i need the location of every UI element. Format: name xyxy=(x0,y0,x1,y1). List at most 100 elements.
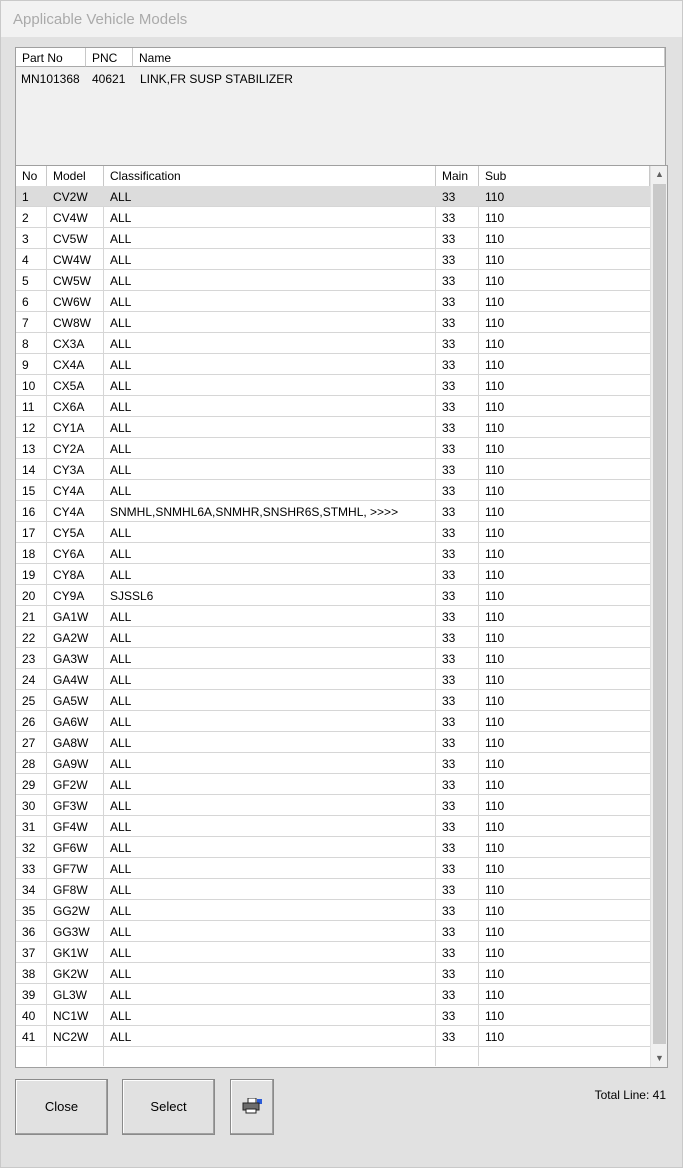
table-row[interactable]: 8 CX3A ALL 33 110 xyxy=(16,333,650,354)
row-classification: ALL xyxy=(110,442,132,456)
table-row[interactable]: 20 CY9A SJSSL6 33 110 xyxy=(16,585,650,606)
table-row[interactable]: 37 GK1W ALL 33 110 xyxy=(16,942,650,963)
row-classification: ALL xyxy=(110,421,132,435)
table-row[interactable]: 34 GF8W ALL 33 110 xyxy=(16,879,650,900)
row-model: GA6W xyxy=(53,715,89,729)
table-row[interactable]: 6 CW6W ALL 33 110 xyxy=(16,291,650,312)
column-header-classification[interactable]: Classification xyxy=(104,166,436,186)
table-row[interactable]: 31 GF4W ALL 33 110 xyxy=(16,816,650,837)
row-sub: 110 xyxy=(485,379,505,393)
row-classification: ALL xyxy=(110,694,132,708)
row-classification: ALL xyxy=(110,547,132,561)
row-sub: 110 xyxy=(485,946,505,960)
table-row[interactable]: 16 CY4A SNMHL,SNMHL6A,SNMHR,SNSHR6S,STMHL,… xyxy=(16,501,650,522)
table-row[interactable]: 38 GK2W ALL 33 110 xyxy=(16,963,650,984)
scrollbar-thumb[interactable] xyxy=(653,184,666,1044)
table-row[interactable]: 21 GA1W ALL 33 110 xyxy=(16,606,650,627)
table-row[interactable]: 29 GF2W ALL 33 110 xyxy=(16,774,650,795)
row-sub: 110 xyxy=(485,820,505,834)
table-row[interactable]: 41 NC2W ALL 33 110 xyxy=(16,1026,650,1047)
row-main: 33 xyxy=(442,421,456,435)
table-row[interactable]: 32 GF6W ALL 33 110 xyxy=(16,837,650,858)
row-main: 33 xyxy=(442,547,456,561)
row-model: CV2W xyxy=(53,190,88,204)
scroll-down-arrow-icon[interactable]: ▼ xyxy=(651,1050,667,1067)
row-main: 33 xyxy=(442,862,456,876)
table-row[interactable]: 14 CY3A ALL 33 110 xyxy=(16,459,650,480)
table-row[interactable]: 7 CW8W ALL 33 110 xyxy=(16,312,650,333)
table-row[interactable]: 40 NC1W ALL 33 110 xyxy=(16,1005,650,1026)
table-row[interactable]: 19 CY8A ALL 33 110 xyxy=(16,564,650,585)
table-row[interactable]: 22 GA2W ALL 33 110 xyxy=(16,627,650,648)
table-row[interactable]: 24 GA4W ALL 33 110 xyxy=(16,669,650,690)
row-classification: ALL xyxy=(110,295,132,309)
row-sub: 110 xyxy=(485,526,505,540)
table-row[interactable]: 2 CV4W ALL 33 110 xyxy=(16,207,650,228)
table-body: 1 CV2W ALL 33 110 2 CV4W ALL 33 110 3 CV5W ALL 33 110 4… xyxy=(16,186,650,1066)
table-row[interactable]: 12 CY1A ALL 33 110 xyxy=(16,417,650,438)
column-header-sub[interactable]: Sub xyxy=(479,166,650,186)
row-sub: 110 xyxy=(485,904,505,918)
row-classification: ALL xyxy=(110,274,132,288)
table-row[interactable]: 36 GG3W ALL 33 110 xyxy=(16,921,650,942)
table-row[interactable]: 33 GF7W ALL 33 110 xyxy=(16,858,650,879)
table-row[interactable]: 25 GA5W ALL 33 110 xyxy=(16,690,650,711)
row-sub: 110 xyxy=(485,799,505,813)
table-row[interactable]: 9 CX4A ALL 33 110 xyxy=(16,354,650,375)
table-row[interactable]: 28 GA9W ALL 33 110 xyxy=(16,753,650,774)
select-button[interactable]: Select xyxy=(122,1079,215,1135)
row-classification: ALL xyxy=(110,652,132,666)
table-row[interactable]: 26 GA6W ALL 33 110 xyxy=(16,711,650,732)
table-row[interactable]: 30 GF3W ALL 33 110 xyxy=(16,795,650,816)
table-row[interactable]: 23 GA3W ALL 33 110 xyxy=(16,648,650,669)
row-model: CY1A xyxy=(53,421,85,435)
row-sub: 110 xyxy=(485,589,505,603)
row-sub: 110 xyxy=(485,295,505,309)
table-row[interactable]: 5 CW5W ALL 33 110 xyxy=(16,270,650,291)
table-row[interactable]: 3 CV5W ALL 33 110 xyxy=(16,228,650,249)
table-row[interactable]: 1 CV2W ALL 33 110 xyxy=(16,186,650,207)
table-row[interactable]: 35 GG2W ALL 33 110 xyxy=(16,900,650,921)
vertical-scrollbar[interactable]: ▲ ▼ xyxy=(650,166,667,1067)
title-bar[interactable]: Applicable Vehicle Models xyxy=(1,1,682,37)
row-sub: 110 xyxy=(485,610,505,624)
row-sub: 110 xyxy=(485,967,505,981)
table-row[interactable]: 13 CY2A ALL 33 110 xyxy=(16,438,650,459)
table-row[interactable]: 15 CY4A ALL 33 110 xyxy=(16,480,650,501)
table-row[interactable]: 4 CW4W ALL 33 110 xyxy=(16,249,650,270)
row-model: CW5W xyxy=(53,274,91,288)
row-classification: ALL xyxy=(110,820,132,834)
row-no: 1 xyxy=(22,190,29,204)
row-no: 22 xyxy=(22,631,36,645)
table-row[interactable]: 10 CX5A ALL 33 110 xyxy=(16,375,650,396)
row-classification: ALL xyxy=(110,211,132,225)
row-sub: 110 xyxy=(485,883,505,897)
row-sub: 110 xyxy=(485,757,505,771)
close-button[interactable]: Close xyxy=(15,1079,108,1135)
row-main: 33 xyxy=(442,295,456,309)
row-sub: 110 xyxy=(485,1030,505,1044)
table-row[interactable]: 11 CX6A ALL 33 110 xyxy=(16,396,650,417)
row-sub: 110 xyxy=(485,631,505,645)
table-row[interactable]: 27 GA8W ALL 33 110 xyxy=(16,732,650,753)
row-no: 25 xyxy=(22,694,36,708)
table-row[interactable]: 17 CY5A ALL 33 110 xyxy=(16,522,650,543)
row-main: 33 xyxy=(442,841,456,855)
column-header-name[interactable]: Name xyxy=(133,48,665,67)
row-classification: ALL xyxy=(110,337,132,351)
scroll-up-arrow-icon[interactable]: ▲ xyxy=(651,166,667,183)
print-button[interactable] xyxy=(230,1079,274,1135)
row-classification: ALL xyxy=(110,904,132,918)
column-header-no[interactable]: No xyxy=(16,166,47,186)
column-header-model[interactable]: Model xyxy=(47,166,104,186)
column-header-pnc[interactable]: PNC xyxy=(86,48,133,67)
column-header-part-no[interactable]: Part No xyxy=(16,48,86,67)
row-model: CY8A xyxy=(53,568,85,582)
row-classification: ALL xyxy=(110,757,132,771)
table-row[interactable]: 39 GL3W ALL 33 110 xyxy=(16,984,650,1005)
table-row[interactable]: 18 CY6A ALL 33 110 xyxy=(16,543,650,564)
column-header-main[interactable]: Main xyxy=(436,166,479,186)
row-no: 12 xyxy=(22,421,36,435)
row-classification: ALL xyxy=(110,568,132,582)
vehicle-models-table: No Model Classification Main Sub 1 CV2W AL… xyxy=(15,165,668,1068)
